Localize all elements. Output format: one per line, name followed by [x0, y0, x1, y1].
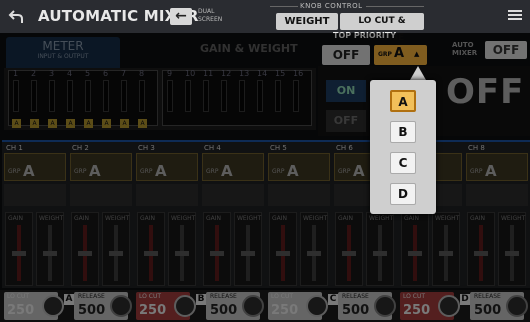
dual-screen-label[interactable]: DUAL SCREEN: [198, 8, 222, 24]
weight-button[interactable]: WEIGHT: [276, 13, 338, 30]
group-option-b[interactable]: B: [390, 121, 416, 143]
group-option-c[interactable]: C: [390, 152, 416, 174]
dual-screen-line1: DUAL: [198, 8, 215, 15]
popup-caret: [410, 66, 426, 80]
group-option-d[interactable]: D: [390, 183, 416, 205]
knob-control-divider-right: [366, 6, 424, 7]
back-icon: [8, 9, 23, 23]
dual-screen-arrow-button[interactable]: ←: [170, 8, 192, 25]
group-select-popup: ABCD: [370, 80, 436, 214]
menu-icon[interactable]: [508, 8, 522, 24]
knob-control-divider-left: [270, 6, 298, 7]
modal-overlay[interactable]: [0, 33, 530, 322]
group-option-a[interactable]: A: [390, 90, 416, 112]
lo-cut-release-button[interactable]: LO CUT & RELEASE: [340, 13, 424, 43]
knob-control-label: KNOB CONTROL: [300, 2, 363, 10]
back-button[interactable]: [0, 0, 32, 33]
dual-screen-line2: SCREEN: [198, 16, 223, 23]
